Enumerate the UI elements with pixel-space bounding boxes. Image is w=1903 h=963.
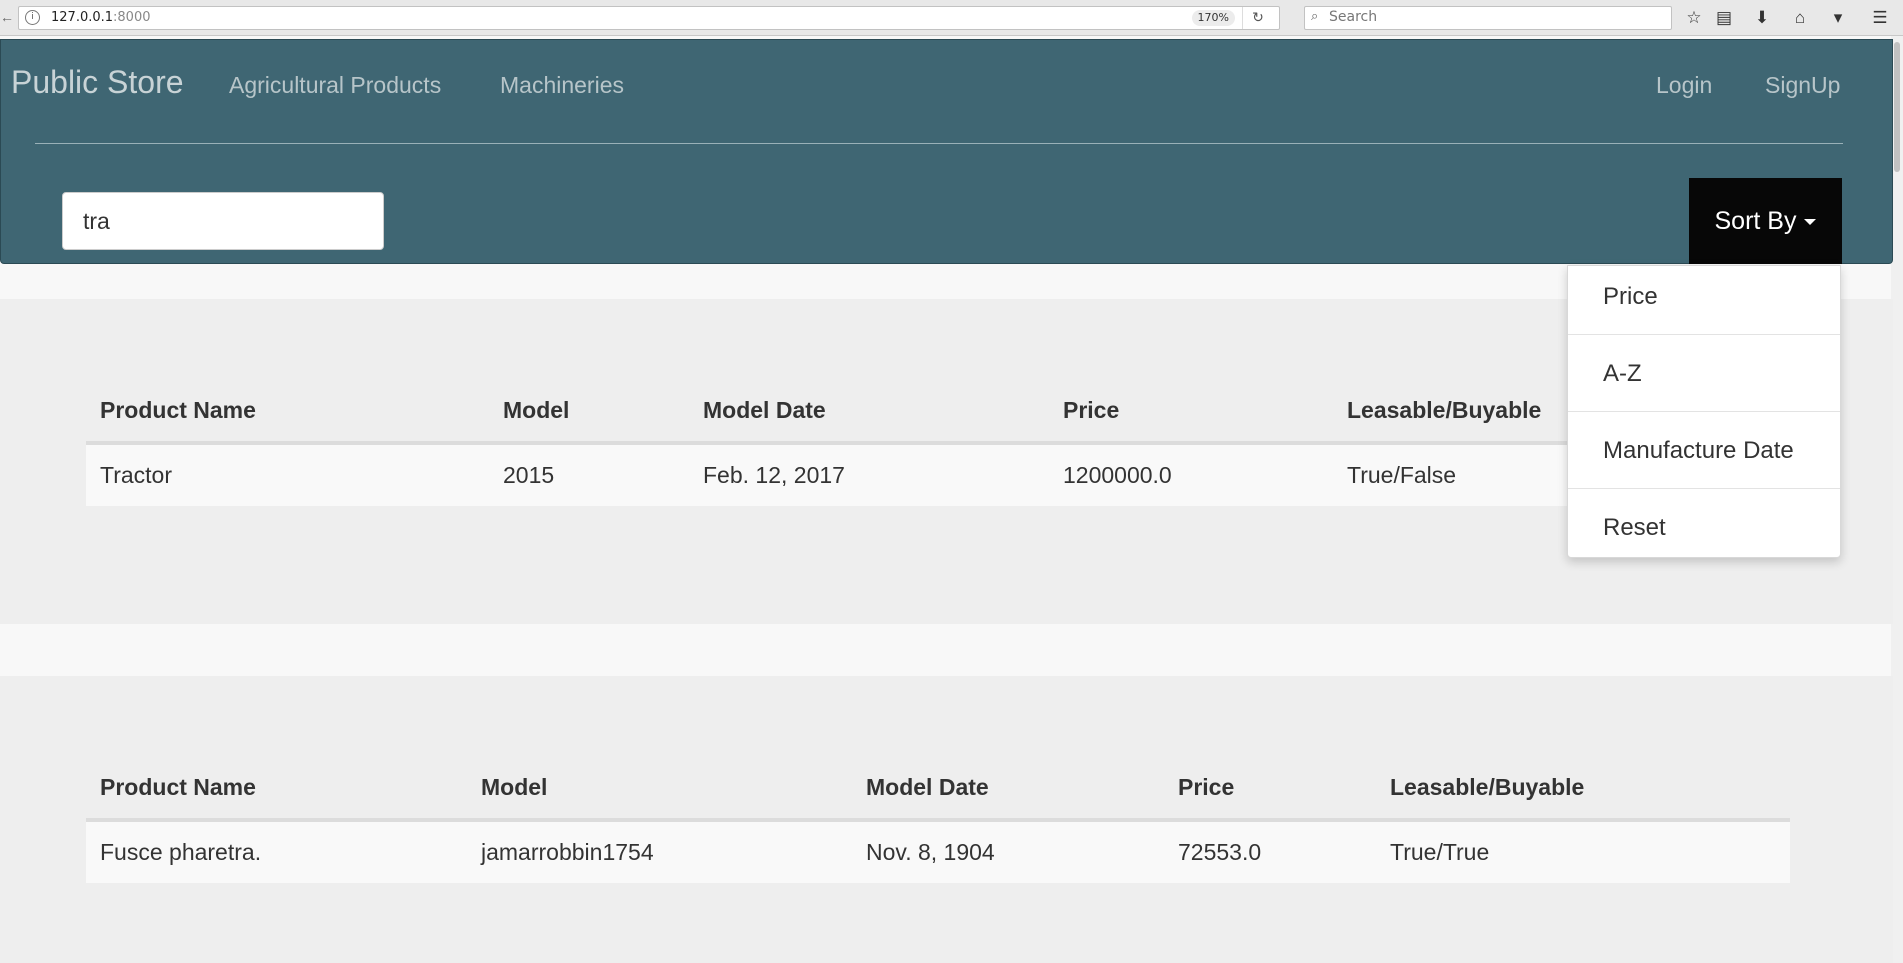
product-table: Product Name Model Model Date Price Leas… xyxy=(86,379,1790,506)
table-row: Tractor 2015 Feb. 12, 2017 1200000.0 Tru… xyxy=(86,443,1790,506)
sort-option-manufacture-date[interactable]: Manufacture Date xyxy=(1568,420,1840,496)
table-cell: Nov. 8, 1904 xyxy=(852,820,1164,883)
signup-link[interactable]: SignUp xyxy=(1765,72,1840,99)
sort-option-a-z[interactable]: A-Z xyxy=(1568,343,1840,419)
zoom-badge[interactable]: 170% xyxy=(1191,10,1235,26)
table-cell: 72553.0 xyxy=(1164,820,1376,883)
table-header-row: Product Name Model Model Date Price Leas… xyxy=(86,756,1790,822)
navbar-divider xyxy=(35,143,1843,144)
sort-by-button[interactable]: Sort By xyxy=(1689,178,1842,264)
search-icon: ⌕ xyxy=(1311,9,1319,24)
login-link[interactable]: Login xyxy=(1656,72,1712,99)
caret-down-icon xyxy=(1804,219,1817,226)
column-header: Leasable/Buyable xyxy=(1376,756,1790,822)
column-header: Model xyxy=(489,379,689,445)
table-header-row: Product Name Model Model Date Price Leas… xyxy=(86,379,1790,445)
download-icon[interactable]: ⬇ xyxy=(1751,7,1773,29)
browser-toolbar: ← i 127.0.0.1:8000 170% ↻ ⌕ Search ☆ ▤ ⬇… xyxy=(0,0,1903,36)
column-header: Model Date xyxy=(852,756,1164,822)
dropdown-divider xyxy=(1568,488,1840,489)
pocket-icon[interactable]: ▾ xyxy=(1827,7,1849,29)
sort-option-price[interactable]: Price xyxy=(1568,266,1840,342)
table-cell: Feb. 12, 2017 xyxy=(689,443,1049,506)
url-text: 127.0.0.1:8000 xyxy=(51,10,151,25)
nav-link-machineries[interactable]: Machineries xyxy=(500,72,624,99)
sort-by-label: Sort By xyxy=(1714,207,1797,235)
sort-option-reset[interactable]: Reset xyxy=(1568,497,1840,573)
menu-icon[interactable]: ☰ xyxy=(1869,7,1891,29)
browser-search-placeholder: Search xyxy=(1329,9,1378,25)
table-cell: Fusce pharetra. xyxy=(86,820,467,883)
column-header: Model xyxy=(467,756,852,822)
brand-logo[interactable]: Public Store xyxy=(11,64,184,101)
reload-icon[interactable]: ↻ xyxy=(1242,7,1273,29)
table-cell: 1200000.0 xyxy=(1049,443,1333,506)
back-arrow-icon[interactable]: ← xyxy=(0,9,14,25)
reading-list-icon[interactable]: ▤ xyxy=(1713,7,1735,29)
table-cell: True/True xyxy=(1376,820,1790,883)
column-header: Price xyxy=(1049,379,1333,445)
column-header: Product Name xyxy=(86,756,467,822)
scrollbar-thumb[interactable] xyxy=(1894,42,1900,172)
info-icon[interactable]: i xyxy=(25,10,40,25)
column-header: Price xyxy=(1164,756,1376,822)
product-panel: Product Name Model Model Date Price Leas… xyxy=(0,676,1893,963)
site-navbar: Public Store Agricultural Products Machi… xyxy=(0,39,1893,264)
home-icon[interactable]: ⌂ xyxy=(1789,7,1811,29)
column-header: Model Date xyxy=(689,379,1049,445)
product-search-input[interactable] xyxy=(62,192,384,250)
bookmark-star-icon[interactable]: ☆ xyxy=(1683,7,1705,29)
product-table: Product Name Model Model Date Price Leas… xyxy=(86,756,1790,883)
table-cell: 2015 xyxy=(489,443,689,506)
browser-search-box[interactable]: ⌕ Search xyxy=(1304,6,1672,30)
column-header: Product Name xyxy=(86,379,489,445)
address-bar[interactable]: i 127.0.0.1:8000 170% ↻ xyxy=(18,6,1280,30)
nav-link-agricultural-products[interactable]: Agricultural Products xyxy=(229,72,441,99)
dropdown-divider xyxy=(1568,334,1840,335)
table-cell: Tractor xyxy=(86,443,489,506)
table-cell: jamarrobbin1754 xyxy=(467,820,852,883)
sort-dropdown-menu: Price A-Z Manufacture Date Reset xyxy=(1567,265,1841,558)
table-row: Fusce pharetra. jamarrobbin1754 Nov. 8, … xyxy=(86,820,1790,883)
dropdown-divider xyxy=(1568,411,1840,412)
